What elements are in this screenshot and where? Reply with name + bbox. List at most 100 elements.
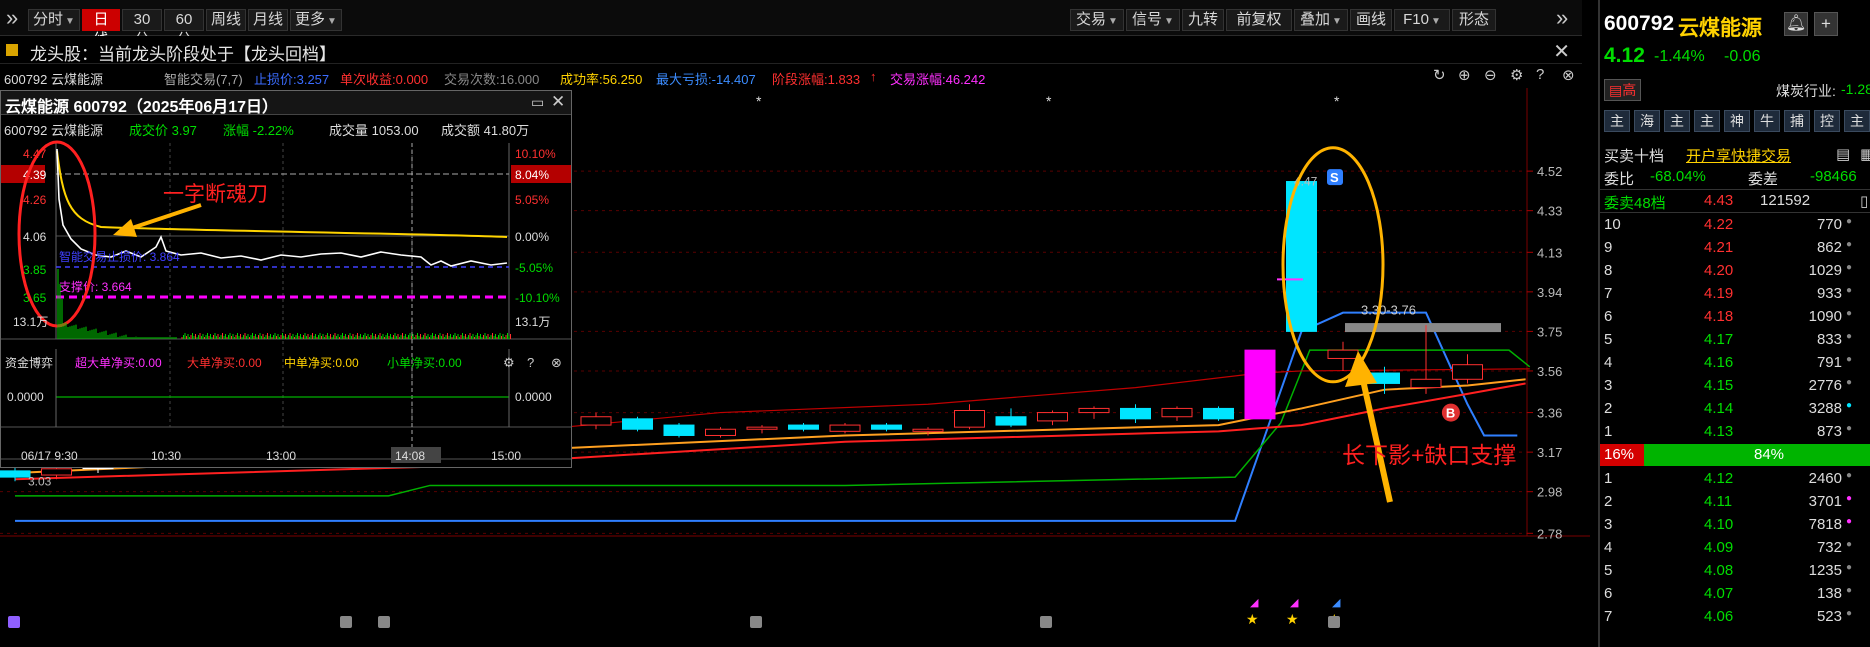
- sell-price: 4.17: [1704, 331, 1734, 348]
- trade-icon[interactable]: ▦: [1860, 145, 1870, 163]
- plugin-button-8[interactable]: 控: [1814, 110, 1840, 132]
- tag-icon: ▤: [1609, 82, 1623, 98]
- toolbar-button-4[interactable]: 前复权▼: [1226, 9, 1292, 47]
- tab-7[interactable]: 更多 ▼: [290, 9, 342, 31]
- alert-bell-icon[interactable]: 🔔︎: [1784, 12, 1808, 36]
- avg-price-line: [56, 150, 508, 238]
- zoom-out-icon[interactable]: ⊖: [1484, 66, 1497, 84]
- buy-volume: 138: [1816, 585, 1842, 602]
- quick-trade-link[interactable]: 开户享快捷交易: [1686, 145, 1791, 166]
- popup-y-left-label: 3.85: [23, 263, 47, 277]
- close-icon[interactable]: ✕: [1553, 39, 1570, 64]
- time-label: 14:08: [395, 449, 425, 463]
- fund-item: 小单净买:0.00: [387, 356, 462, 370]
- support-label: 支撑价: 3.664: [59, 279, 132, 294]
- toolbar-button-2[interactable]: 信号 ▼: [1126, 9, 1180, 31]
- plugin-button-6[interactable]: 牛: [1754, 110, 1780, 132]
- sell-level: 5: [1604, 331, 1613, 348]
- range-bar: [1345, 323, 1501, 333]
- toolbar-button-7[interactable]: F10 ▼: [1394, 9, 1450, 31]
- settings-icon[interactable]: ⚙: [1510, 66, 1523, 84]
- fund-tool-icon[interactable]: ⚙: [503, 355, 515, 370]
- plugin-button-4[interactable]: 主: [1694, 110, 1720, 132]
- toolbar-button-6[interactable]: 画线: [1350, 9, 1392, 31]
- sell-row: 6 4.18 1090 ●: [1600, 306, 1870, 329]
- star-icon: ★: [1246, 611, 1259, 627]
- leader-stage-banner: 龙头股：当前龙头阶段处于【龙头回档】 ✕: [0, 36, 1582, 64]
- sell-price: 4.14: [1704, 400, 1734, 417]
- sell-price: 4.21: [1704, 239, 1734, 256]
- price-line: [56, 148, 508, 267]
- list-icon[interactable]: ▤: [1836, 145, 1850, 163]
- candle-body: [829, 424, 861, 432]
- tab-label: 周线: [211, 11, 242, 28]
- sell-header-price: 4.43: [1704, 192, 1734, 209]
- sell-volume: 862: [1816, 239, 1842, 256]
- plugin-button-5[interactable]: 神: [1724, 110, 1750, 132]
- popup-close-icon[interactable]: ✕: [551, 92, 565, 112]
- expand-icon[interactable]: »: [6, 5, 18, 31]
- fund-title: 资金博弈: [5, 355, 53, 370]
- sell-price: 4.20: [1704, 262, 1734, 279]
- caret-down-icon: ▼: [1108, 16, 1118, 27]
- plugin-button-1[interactable]: 主: [1604, 110, 1630, 132]
- fund-tool-icon[interactable]: ?: [527, 355, 534, 370]
- tab-1[interactable]: 分时 ▼: [28, 9, 80, 31]
- plugin-button-3[interactable]: 主: [1664, 110, 1690, 132]
- scroll-icon[interactable]: ▯: [1860, 192, 1868, 210]
- indicator-name[interactable]: 智能交易(7,7): [164, 69, 243, 88]
- close-panel-icon[interactable]: ⊗: [1562, 66, 1575, 84]
- fund-item: 大单净买:0.00: [187, 356, 262, 370]
- sell-level: 1: [1604, 423, 1613, 440]
- toolbar-button-1[interactable]: 交易 ▼: [1070, 9, 1124, 31]
- fund-left-value: 0.0000: [7, 390, 44, 404]
- plugin-button-2[interactable]: 海: [1634, 110, 1660, 132]
- industry-label[interactable]: 煤炭行业:: [1776, 81, 1836, 101]
- industry-row: ▤高 煤炭行业: -1.28: [1600, 78, 1870, 102]
- sell-row: 9 4.21 862 ●: [1600, 237, 1870, 260]
- toolbar-label: F10: [1403, 11, 1429, 28]
- tab-2[interactable]: 日线: [82, 9, 120, 48]
- candle-body: [1244, 349, 1276, 420]
- volume-dot: ●: [1845, 423, 1852, 434]
- toolbar-button-3[interactable]: 九转: [1182, 9, 1224, 31]
- intraday-chart[interactable]: 4.474.394.264.063.853.6510.10%8.04%5.05%…: [1, 139, 571, 467]
- help-icon[interactable]: ?: [1536, 66, 1544, 83]
- candle-body: [1161, 407, 1193, 418]
- sell-row: 8 4.20 1029 ●: [1600, 260, 1870, 283]
- tab-4[interactable]: 60分: [164, 9, 204, 48]
- sell-ratio-label: 16%: [1604, 446, 1635, 463]
- plugin-button-9[interactable]: 主: [1844, 110, 1870, 132]
- y-axis-label: 3.56: [1537, 364, 1562, 379]
- tab-3[interactable]: 30分: [122, 9, 162, 48]
- toolbar-button-5[interactable]: 叠加 ▼: [1294, 9, 1348, 31]
- buy-row: 6 4.07 138 ●: [1600, 583, 1870, 606]
- sell-row: 5 4.17 833 ●: [1600, 329, 1870, 352]
- maximize-icon[interactable]: ▭: [531, 94, 544, 111]
- toolbar-button-8[interactable]: 形态: [1452, 9, 1496, 31]
- volume-dot: ●: [1845, 539, 1852, 550]
- tab-5[interactable]: 周线: [206, 9, 246, 31]
- fund-tool-icon[interactable]: ⊗: [551, 355, 562, 370]
- buy-volume: 2460: [1808, 470, 1842, 487]
- plus-icon[interactable]: +: [1814, 12, 1838, 36]
- buy-ratio-label: 84%: [1754, 446, 1785, 463]
- event-icon: [378, 616, 390, 628]
- plugin-button-7[interactable]: 捕: [1784, 110, 1810, 132]
- trade-gain: 交易涨幅:46.242: [890, 72, 986, 87]
- return-icon[interactable]: ↻: [1433, 66, 1446, 84]
- toolbar-label: 交易: [1076, 11, 1107, 28]
- sell-row: 10 4.22 770 ●: [1600, 214, 1870, 237]
- popup-arrow-shaft: [128, 203, 202, 231]
- buy-level: 6: [1604, 585, 1613, 602]
- weibi-value: -68.04%: [1650, 168, 1706, 185]
- candle-body: [622, 418, 653, 430]
- buy-price: 4.08: [1704, 562, 1734, 579]
- zoom-in-icon[interactable]: ⊕: [1458, 66, 1471, 84]
- candle-body: [1037, 412, 1068, 422]
- tab-6[interactable]: 月线: [248, 9, 288, 31]
- expand-right-icon[interactable]: »: [1556, 5, 1568, 31]
- volume-dot: ●: [1845, 285, 1852, 296]
- quote-panel: 600792 云煤能源 🔔︎ + 4.12 -1.44% -0.06 ▤高 煤炭…: [1598, 0, 1870, 647]
- panel-code: 600792: [1604, 12, 1675, 35]
